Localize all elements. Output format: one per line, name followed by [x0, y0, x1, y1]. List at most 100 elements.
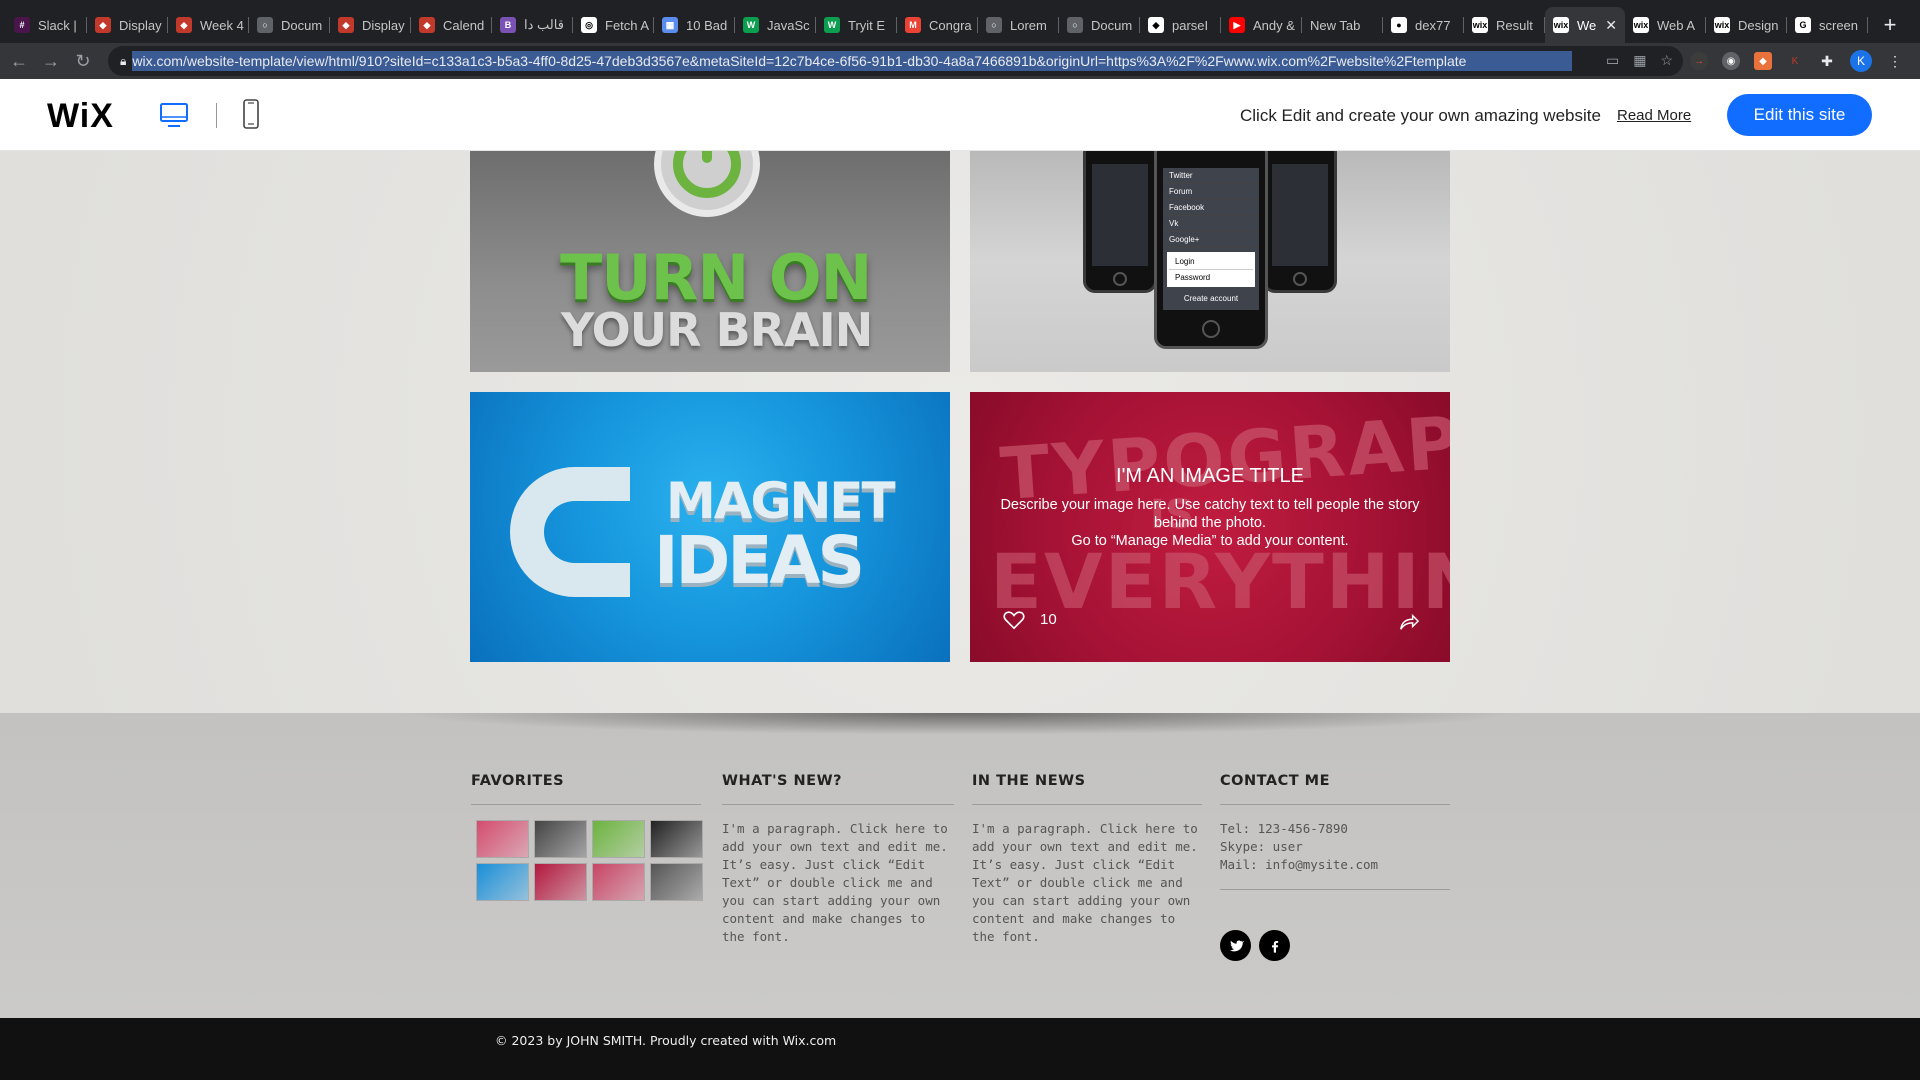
tab-label: Design [1738, 17, 1779, 33]
browser-tab[interactable]: M Congra [897, 7, 978, 43]
heart-icon[interactable] [1003, 610, 1025, 630]
contact-skype: Skype: user [1220, 839, 1303, 854]
tab-favicon-icon: ● [1391, 17, 1407, 33]
browser-tab[interactable]: wix Web A [1625, 7, 1706, 43]
phone-login-label: Login [1169, 254, 1253, 270]
favorite-thumbnail[interactable] [650, 863, 703, 901]
device-separator [216, 103, 217, 128]
tab-favicon-icon: wix [1714, 17, 1730, 33]
footer-whats-new: WHAT'S NEW? I'm a paragraph. Click here … [722, 773, 954, 946]
footer-heading: IN THE NEWS [972, 773, 1086, 789]
url-text[interactable]: wix.com/website-template/view/html/910?s… [132, 51, 1573, 71]
browser-tab[interactable]: ◆ Calend [411, 7, 492, 43]
tab-label: Web A [1657, 17, 1696, 33]
menu-kebab-icon[interactable]: ⋮ [1886, 52, 1904, 70]
favorite-thumbnail[interactable] [476, 863, 529, 901]
tab-favicon-icon: wix [1472, 17, 1488, 33]
browser-tab[interactable]: W Tryit E [816, 7, 897, 43]
browser-tab[interactable]: ▶ Andy & [1221, 7, 1302, 43]
browser-tab[interactable]: Gscreen [1787, 7, 1868, 43]
footer-divider [722, 804, 954, 805]
twitter-icon[interactable] [1220, 930, 1251, 961]
browser-tab[interactable]: wix Result [1464, 7, 1545, 43]
wix-preview-bar: WiX Click Edit and create your own amazi… [0, 79, 1920, 151]
phone-menu-item: Twitter [1163, 168, 1259, 184]
tab-favicon-icon: ○ [1067, 17, 1083, 33]
gallery-item-phones[interactable]: Twitter Forum Facebook Vk Google+ Login Pass… [970, 151, 1450, 372]
phone-image-right [1263, 151, 1337, 293]
browser-tab[interactable]: ◆ Display [330, 7, 411, 43]
browser-tab[interactable]: # Slack | [6, 7, 87, 43]
like-count: 10 [1040, 611, 1057, 628]
power-icon [654, 151, 760, 217]
browser-tab[interactable]: ◎ Fetch A [573, 7, 654, 43]
extension-arrow-icon[interactable]: → [1690, 52, 1708, 70]
tab-label: Slack | [38, 17, 77, 33]
wix-logo[interactable]: WiX [47, 97, 114, 136]
gallery-item-turn-on-brain[interactable]: TURN ON YOUR BRAIN [470, 151, 950, 372]
browser-tab[interactable]: wix We ✕ [1545, 7, 1625, 43]
favorite-thumbnail[interactable] [592, 863, 645, 901]
image-description: Describe your image here. Use catchy tex… [1000, 496, 1420, 550]
read-more-link[interactable]: Read More [1617, 107, 1691, 124]
reload-icon[interactable]: ↻ [70, 48, 96, 74]
site-page: TURN ON YOUR BRAIN Twitter Forum Facebook V… [0, 151, 1920, 1080]
browser-tab[interactable]: wix Design [1706, 7, 1787, 43]
profile-avatar[interactable]: K [1850, 50, 1872, 72]
tab-label: Calend [443, 17, 485, 33]
tab-favicon-icon: wix [1633, 17, 1649, 33]
tab-label: Display [119, 17, 162, 33]
desktop-view-icon[interactable] [159, 100, 189, 130]
forward-icon[interactable]: → [38, 48, 64, 74]
phone-menu-item: Facebook [1163, 200, 1259, 216]
mobile-view-icon[interactable] [242, 99, 260, 129]
puzzle-icon[interactable]: ✚ [1818, 52, 1836, 70]
contact-details: Tel: 123-456-7890 Skype: user Mail: info… [1220, 820, 1450, 874]
browser-tab[interactable]: ◆ Display [87, 7, 168, 43]
back-icon[interactable]: ← [6, 48, 32, 74]
browser-tab[interactable]: ▦ 10 Bad [654, 7, 735, 43]
address-bar[interactable]: 🔒︎ wix.com/website-template/view/html/91… [108, 46, 1683, 76]
browser-tab[interactable]: ◆ Week 4 [168, 7, 249, 43]
lock-icon[interactable]: 🔒︎ [120, 54, 126, 69]
bookmark-star-icon[interactable]: ☆ [1660, 52, 1673, 69]
share-icon[interactable] [1398, 612, 1420, 632]
contact-mail[interactable]: Mail: info@mysite.com [1220, 856, 1450, 874]
favorite-thumbnail[interactable] [534, 863, 587, 901]
new-tab-button[interactable]: + [1872, 7, 1908, 43]
tab-favicon-icon: ○ [986, 17, 1002, 33]
facebook-icon[interactable] [1259, 930, 1290, 961]
tab-label: screen [1819, 17, 1859, 33]
extension-circle-icon[interactable]: ◉ [1722, 52, 1740, 70]
extension-k-icon[interactable]: K [1786, 52, 1804, 70]
favorite-thumbnail[interactable] [534, 820, 587, 858]
gallery-item-typography[interactable]: TYPOGRAPHY IS EVERYTHING I'M AN IMAGE TI… [970, 392, 1450, 662]
favorite-thumbnail[interactable] [592, 820, 645, 858]
browser-tab[interactable]: ◆ parseI [1140, 7, 1221, 43]
browser-tab[interactable]: ○ Docum [1059, 7, 1140, 43]
tab-favicon-icon: M [905, 17, 921, 33]
edit-this-site-button[interactable]: Edit this site [1727, 94, 1872, 136]
favorite-thumbnail[interactable] [476, 820, 529, 858]
contact-tel: Tel: 123-456-7890 [1220, 821, 1348, 836]
browser-tab[interactable]: New Tab [1302, 7, 1383, 43]
favorite-thumbnail[interactable] [650, 820, 703, 858]
browser-tab[interactable]: ○ Lorem [978, 7, 1059, 43]
tab-favicon-icon: ◆ [338, 17, 354, 33]
browser-tab[interactable]: B قالب دا [492, 7, 573, 43]
extension-orange-icon[interactable]: ◆ [1754, 52, 1772, 70]
tab-label: Docum [281, 17, 323, 33]
browser-toolbar: ← → ↻ 🔒︎ wix.com/website-template/view/h… [0, 43, 1920, 79]
gallery-item-magnet-ideas[interactable]: MAGNET IDEAS [470, 392, 950, 662]
close-tab-icon[interactable]: ✕ [1605, 17, 1617, 34]
tab-label: Result [1496, 17, 1533, 33]
browser-tab[interactable]: ● dex77 [1383, 7, 1464, 43]
tab-favicon-icon: ▦ [662, 17, 678, 33]
browser-tab[interactable]: W JavaSc [735, 7, 816, 43]
tab-favicon-icon: W [824, 17, 840, 33]
cast-icon[interactable]: ▭ [1606, 52, 1619, 69]
tab-favicon-icon: # [14, 17, 30, 33]
qr-icon[interactable]: ▦ [1633, 52, 1646, 69]
wix-edit-message: Click Edit and create your own amazing w… [1240, 106, 1601, 125]
browser-tab[interactable]: ○ Docum [249, 7, 330, 43]
